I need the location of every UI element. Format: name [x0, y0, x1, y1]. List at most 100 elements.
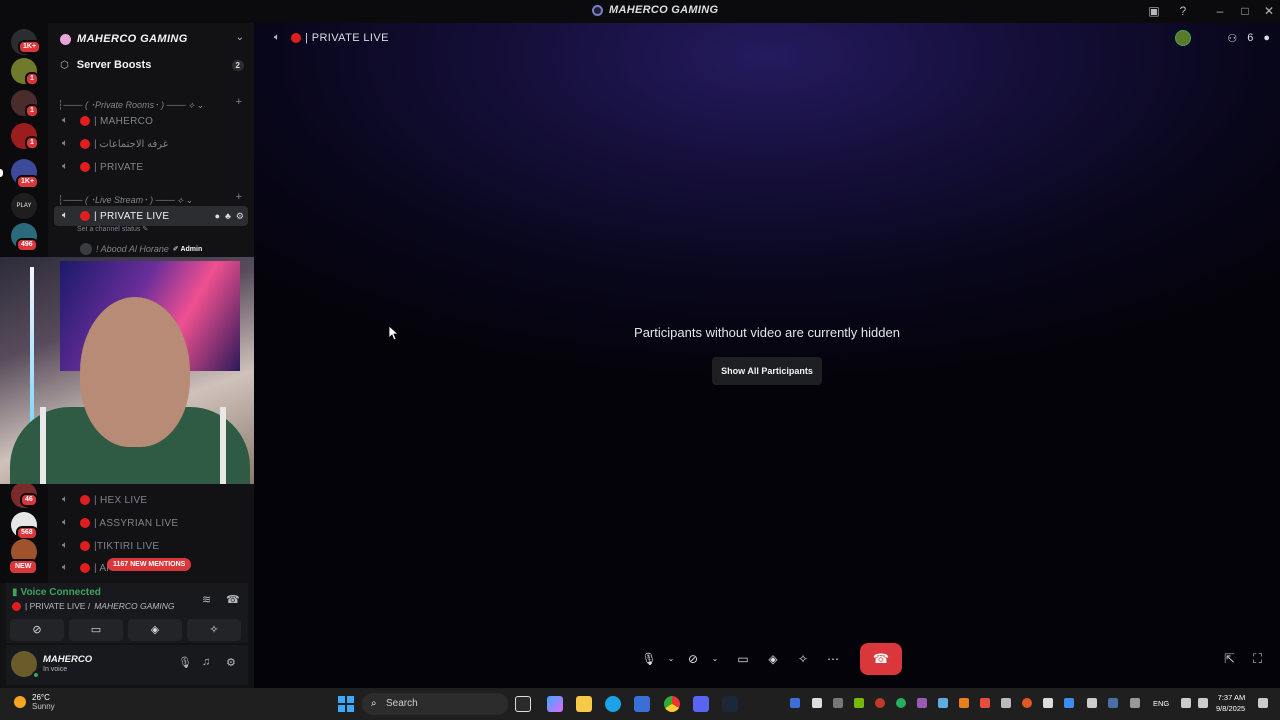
channel-hex-live[interactable]: 🔈︎ | HEX LIVE: [54, 490, 248, 510]
server-icon[interactable]: PLAY: [11, 193, 37, 219]
temperature: 26°C: [32, 693, 50, 702]
username[interactable]: MAHERCO: [43, 654, 92, 665]
channel-maherco[interactable]: 🔈︎ | MAHERCO: [54, 111, 248, 131]
gear-icon[interactable]: ⚙: [226, 656, 236, 669]
voice-channel-link[interactable]: | PRIVATE LIVE / MAHERCO GAMING: [12, 601, 174, 611]
voice-server-name: MAHERCO GAMING: [94, 601, 175, 611]
avatar[interactable]: [1175, 30, 1192, 46]
channel-private[interactable]: 🔈︎ | PRIVATE: [54, 157, 248, 177]
add-channel-icon[interactable]: +: [236, 191, 242, 203]
voice-status[interactable]: ▮ Voice Connected: [12, 587, 101, 598]
screen-share-button[interactable]: ▭: [728, 644, 758, 674]
task-view-icon[interactable]: [515, 696, 531, 712]
channel-status-hint[interactable]: Set a channel status ✎: [77, 225, 148, 233]
speaker-icon: 🔈︎: [62, 115, 68, 126]
edge-icon[interactable]: [605, 696, 621, 712]
tray-app-icon[interactable]: [938, 698, 948, 708]
tray-app-icon[interactable]: [1001, 698, 1011, 708]
tray-app-icon[interactable]: [790, 698, 800, 708]
microphone-icon[interactable]: 🎙︎: [178, 656, 192, 669]
window-title: MAHERCO GAMING: [592, 4, 718, 16]
tray-app-icon[interactable]: [1087, 698, 1097, 708]
tray-app-icon[interactable]: [896, 698, 906, 708]
channel-private-live[interactable]: 🔈︎ | PRIVATE LIVE ● ♣ ⚙: [54, 206, 248, 226]
speaker-icon: 🔈︎: [274, 32, 280, 43]
volume-icon[interactable]: [1198, 698, 1208, 708]
help-icon[interactable]: ?: [1175, 3, 1191, 19]
voice-member[interactable]: ! Abood Al Horane ✐ Admin: [80, 243, 202, 255]
category-private-rooms[interactable]: ┆─── ( ･Private Rooms･ ) ─── ⟡ ⌄: [58, 98, 204, 111]
invite-icon[interactable]: ♣: [225, 211, 231, 222]
badge: 496: [16, 238, 38, 252]
channel-tiktiri-live[interactable]: 🔈︎ |TIKTIRI LIVE: [54, 536, 248, 556]
add-channel-icon[interactable]: +: [236, 96, 242, 108]
activities-button[interactable]: ◈: [128, 619, 182, 641]
chat-icon[interactable]: ●: [215, 211, 220, 222]
channel-meetings[interactable]: 🔈︎ | غرفه الاجتماعات: [54, 134, 248, 154]
file-explorer-icon[interactable]: [576, 696, 592, 712]
hidden-participants-message: Participants without video are currently…: [634, 325, 900, 340]
network-icon[interactable]: [1181, 698, 1191, 708]
steam-icon[interactable]: [722, 696, 738, 712]
bluetooth-icon[interactable]: [1064, 698, 1074, 708]
tray-app-icon[interactable]: [1043, 698, 1053, 708]
search-placeholder: Search: [386, 698, 418, 709]
chrome-icon[interactable]: [664, 696, 680, 712]
copilot-icon[interactable]: [547, 696, 563, 712]
fullscreen-icon[interactable]: ⛶: [1253, 651, 1262, 667]
search-icon: ⌕: [371, 698, 377, 709]
channel-assyrian-live[interactable]: 🔈︎ | ASSYRIAN LIVE: [54, 513, 248, 533]
steam-tray-icon[interactable]: [1108, 698, 1118, 708]
disconnect-button[interactable]: ☎: [860, 643, 902, 675]
activities-button[interactable]: ◈: [758, 644, 788, 674]
microphone-tray-icon[interactable]: [1130, 698, 1140, 708]
noise-suppression-icon[interactable]: ≋: [202, 593, 211, 606]
headphones-icon[interactable]: ♫: [202, 656, 210, 668]
channel-name: | ASSYRIAN LIVE: [94, 517, 179, 529]
nvidia-icon[interactable]: [854, 698, 864, 708]
start-button[interactable]: [338, 696, 354, 712]
chat-icon[interactable]: ●: [1263, 32, 1270, 44]
weather-widget[interactable]: 26°C Sunny: [14, 693, 55, 711]
server-name: MAHERCO GAMING: [77, 33, 188, 45]
camera-off-button[interactable]: ⊘: [678, 644, 708, 674]
screen-share-button[interactable]: ▭: [69, 619, 123, 641]
search-box[interactable]: ⌕ Search: [362, 693, 508, 715]
soundboard-button[interactable]: ✧: [788, 644, 818, 674]
microphone-button[interactable]: 🎙︎: [634, 644, 664, 674]
tray-app-icon[interactable]: [980, 698, 990, 708]
tray-app-icon[interactable]: [917, 698, 927, 708]
participants-icon[interactable]: ⚇: [1227, 32, 1237, 45]
speaker-icon: 🔈︎: [62, 540, 68, 551]
member-role: ✐ Admin: [172, 246, 203, 253]
chevron-down-icon[interactable]: ⌄: [708, 644, 722, 674]
language-indicator[interactable]: ENG: [1153, 699, 1169, 708]
show-all-participants-button[interactable]: Show All Participants: [712, 357, 822, 385]
tray-app-icon[interactable]: [1022, 698, 1032, 708]
new-mentions-pill[interactable]: 1167 NEW MENTIONS: [107, 558, 192, 571]
gear-icon[interactable]: ⚙: [236, 211, 244, 222]
notification-icon[interactable]: [1258, 698, 1268, 708]
new-badge[interactable]: NEW: [8, 559, 39, 575]
chevron-down-icon[interactable]: ⌄: [236, 32, 244, 43]
camera-toggle-button[interactable]: ⊘: [10, 619, 64, 641]
disconnect-icon[interactable]: ☎: [226, 593, 240, 606]
tray-app-icon[interactable]: [875, 698, 885, 708]
minimize-button[interactable]: –: [1212, 3, 1228, 19]
tray-app-icon[interactable]: [959, 698, 969, 708]
discord-icon[interactable]: [693, 696, 709, 712]
maximize-button[interactable]: □: [1237, 3, 1253, 19]
tray-app-icon[interactable]: [812, 698, 822, 708]
server-boosts[interactable]: ⬡ Server Boosts 2: [48, 55, 254, 75]
close-button[interactable]: ✕: [1261, 3, 1277, 19]
clock[interactable]: 7:37 AM 9/8/2025: [1216, 692, 1245, 714]
category-live-stream[interactable]: ┆─── ( ･Live Stream･ ) ─── ⟡ ⌄: [58, 193, 193, 206]
store-icon[interactable]: [634, 696, 650, 712]
tray-app-icon[interactable]: [833, 698, 843, 708]
pop-out-icon[interactable]: ⇱: [1224, 651, 1235, 667]
chevron-down-icon[interactable]: ⌄: [664, 644, 678, 674]
more-options-button[interactable]: ⋯: [818, 644, 848, 674]
inbox-icon[interactable]: ▣: [1146, 3, 1162, 19]
soundboard-button[interactable]: ✧: [187, 619, 241, 641]
server-header[interactable]: MAHERCO GAMING ⌄: [48, 23, 254, 55]
